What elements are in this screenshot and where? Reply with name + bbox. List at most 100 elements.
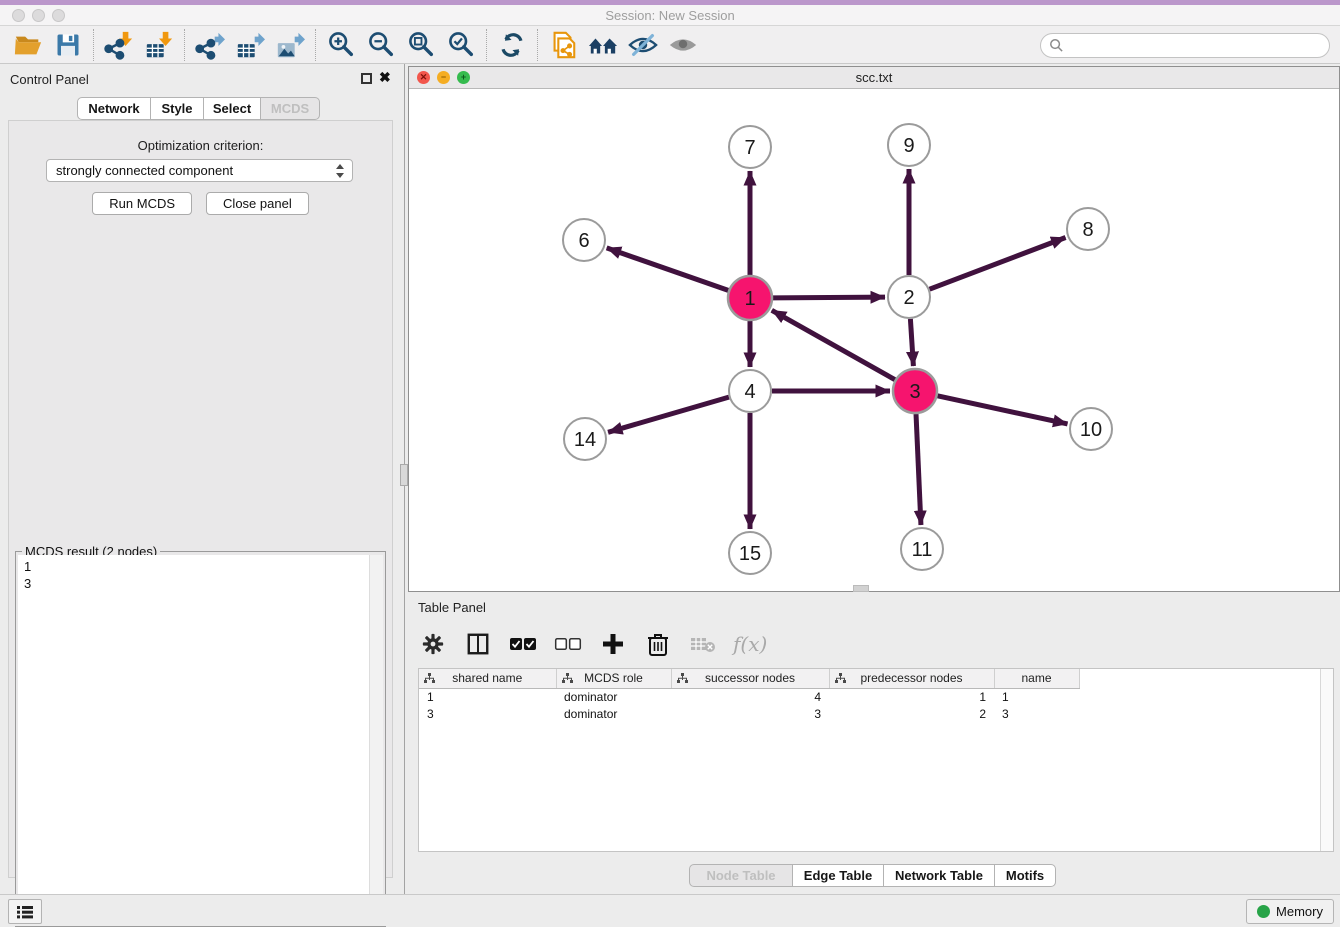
svg-text:4: 4	[744, 381, 755, 403]
close-panel-icon[interactable]: ✖	[379, 70, 391, 84]
graph-node-8[interactable]: 8	[1067, 208, 1109, 250]
close-panel-button[interactable]: Close panel	[206, 192, 309, 215]
result-scrollbar[interactable]	[369, 555, 383, 924]
svg-text:2: 2	[903, 287, 914, 309]
tab-mcds[interactable]: MCDS	[260, 97, 320, 120]
list-icon	[16, 905, 34, 919]
graph-node-2[interactable]: 2	[888, 276, 930, 318]
table-cell[interactable]: dominator	[556, 688, 671, 705]
table-panel: Table Panel ✖ f(x)	[408, 596, 1340, 894]
network-resize-grip[interactable]	[853, 585, 869, 592]
function-builder-icon[interactable]: f(x)	[733, 632, 767, 656]
graph-edge-1-2[interactable]	[773, 297, 885, 298]
table-cell[interactable]: 1	[829, 688, 994, 705]
clone-network-icon[interactable]	[543, 28, 583, 62]
zoom-selected-icon[interactable]	[441, 28, 481, 62]
table-cell[interactable]: 2	[829, 705, 994, 722]
optimization-criterion-select[interactable]: strongly connected component	[46, 159, 353, 182]
graph-edge-1-6[interactable]	[607, 248, 729, 290]
float-panel-icon[interactable]	[361, 73, 372, 84]
svg-text:14: 14	[574, 429, 596, 451]
export-image-icon[interactable]	[270, 28, 310, 62]
graph-node-10[interactable]: 10	[1070, 408, 1112, 450]
import-table-icon[interactable]	[139, 28, 179, 62]
select-all-checkboxes-icon[interactable]	[508, 629, 538, 659]
graph-edge-3-10[interactable]	[937, 396, 1067, 424]
memory-label: Memory	[1276, 904, 1323, 919]
column-header-MCDS-role[interactable]: MCDS role	[556, 669, 671, 688]
table-cell[interactable]: 1	[994, 688, 1079, 705]
node-table-grid[interactable]: shared nameMCDS rolesuccessor nodesprede…	[419, 669, 1080, 722]
graph-node-6[interactable]: 6	[563, 219, 605, 261]
delete-column-icon[interactable]	[643, 629, 673, 659]
show-details-icon[interactable]	[663, 28, 703, 62]
table-row[interactable]: 1dominator411	[419, 688, 1079, 705]
toolbar-separator	[315, 29, 316, 61]
table-cell[interactable]: 3	[994, 705, 1079, 722]
mcds-result-list[interactable]: 13	[18, 555, 369, 924]
column-header-predecessor-nodes[interactable]: predecessor nodes	[829, 669, 994, 688]
search-input[interactable]	[1040, 33, 1330, 58]
first-neighbors-icon[interactable]	[583, 28, 623, 62]
tab-style[interactable]: Style	[150, 97, 204, 120]
network-window-titlebar[interactable]: ✕ − + scc.txt	[409, 67, 1339, 89]
tab-edge-table[interactable]: Edge Table	[792, 864, 884, 887]
zoom-in-icon[interactable]	[321, 28, 361, 62]
control-panel-tabs: NetworkStyleSelectMCDS	[77, 97, 320, 120]
tab-node-table[interactable]: Node Table	[689, 864, 793, 887]
apply-layout-icon[interactable]	[492, 28, 532, 62]
svg-text:1: 1	[744, 288, 755, 310]
table-panel-title: Table Panel	[418, 600, 486, 615]
import-network-icon[interactable]	[99, 28, 139, 62]
os-titlebar: Session: New Session	[0, 5, 1340, 26]
graph-node-11[interactable]: 11	[901, 528, 943, 570]
graph-node-3[interactable]: 3	[893, 369, 937, 413]
svg-text:15: 15	[739, 543, 761, 565]
panel-splitter-handle[interactable]	[400, 464, 408, 486]
column-header-successor-nodes[interactable]: successor nodes	[671, 669, 829, 688]
run-mcds-button[interactable]: Run MCDS	[92, 192, 192, 215]
tab-motifs[interactable]: Motifs	[994, 864, 1056, 887]
table-cell[interactable]: 3	[419, 705, 556, 722]
graph-node-7[interactable]: 7	[729, 126, 771, 168]
delete-table-icon[interactable]	[688, 629, 718, 659]
graph-node-14[interactable]: 14	[564, 418, 606, 460]
memory-button[interactable]: Memory	[1246, 899, 1334, 924]
graph-edge-3-11[interactable]	[916, 414, 921, 525]
show-panels-list-button[interactable]	[8, 899, 42, 924]
status-bar: Memory	[0, 894, 1340, 926]
graph-node-15[interactable]: 15	[729, 532, 771, 574]
deselect-all-checkboxes-icon[interactable]	[553, 629, 583, 659]
graph-edge-4-14[interactable]	[608, 397, 729, 432]
graph-edge-2-3[interactable]	[910, 319, 913, 366]
column-settings-gear-icon[interactable]	[418, 629, 448, 659]
table-cell[interactable]: dominator	[556, 705, 671, 722]
tab-select[interactable]: Select	[203, 97, 261, 120]
zoom-fit-icon[interactable]	[401, 28, 441, 62]
table-row[interactable]: 3dominator323	[419, 705, 1079, 722]
network-canvas[interactable]: 7 9 6 8 1 2 4 3 14 10 15 11	[409, 89, 1339, 591]
table-scrollbar[interactable]	[1320, 669, 1333, 851]
memory-status-icon	[1257, 905, 1270, 918]
graph-node-4[interactable]: 4	[729, 370, 771, 412]
column-header-shared-name[interactable]: shared name	[419, 669, 556, 688]
create-column-icon[interactable]	[598, 629, 628, 659]
toggle-column-view-icon[interactable]	[463, 629, 493, 659]
zoom-out-icon[interactable]	[361, 28, 401, 62]
graph-node-1[interactable]: 1	[728, 276, 772, 320]
graph-edge-3-1[interactable]	[772, 310, 895, 379]
table-cell[interactable]: 3	[671, 705, 829, 722]
table-cell[interactable]: 4	[671, 688, 829, 705]
main-toolbar	[0, 26, 1340, 64]
export-network-icon[interactable]	[190, 28, 230, 62]
tab-network-table[interactable]: Network Table	[883, 864, 995, 887]
export-table-icon[interactable]	[230, 28, 270, 62]
hide-details-icon[interactable]	[623, 28, 663, 62]
open-file-icon[interactable]	[8, 28, 48, 62]
graph-edge-2-8[interactable]	[930, 238, 1066, 290]
tab-network[interactable]: Network	[77, 97, 151, 120]
column-header-name[interactable]: name	[994, 669, 1079, 688]
graph-node-9[interactable]: 9	[888, 124, 930, 166]
save-session-icon[interactable]	[48, 28, 88, 62]
table-cell[interactable]: 1	[419, 688, 556, 705]
